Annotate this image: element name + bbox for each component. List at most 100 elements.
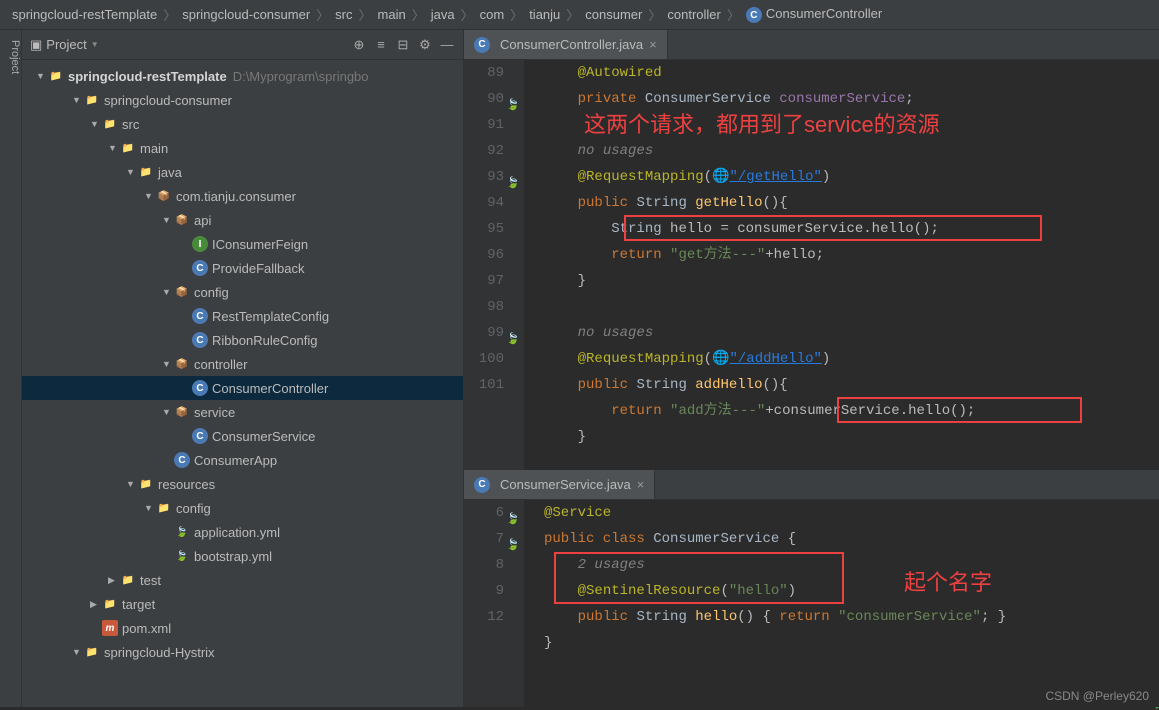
tree-item-label: pom.xml (122, 621, 171, 636)
editor-tabs-bottom: C ConsumerService.java × (464, 470, 1159, 500)
tree-item[interactable]: C▶ ConsumerApp (22, 448, 463, 472)
tree-item[interactable]: ▶📁test (22, 568, 463, 592)
tree-item[interactable]: ▼📁resources (22, 472, 463, 496)
project-tree[interactable]: ▼📁springcloud-restTemplateD:\Myprogram\s… (22, 60, 463, 707)
class-icon: C (192, 332, 208, 348)
breadcrumb-item[interactable]: springcloud-restTemplate (8, 7, 161, 22)
tree-item[interactable]: C RestTemplateConfig (22, 304, 463, 328)
tab-consumer-controller[interactable]: C ConsumerController.java × (464, 30, 668, 59)
folder-icon: 📁 (120, 140, 136, 156)
folder-icon: 📁 (102, 596, 118, 612)
tree-item-label: controller (194, 357, 247, 372)
breadcrumb-item[interactable]: consumer (581, 7, 646, 22)
hide-icon[interactable]: — (439, 37, 455, 53)
tree-item-label: config (176, 501, 211, 516)
folder-icon: 📁 (120, 572, 136, 588)
tree-item-label: test (140, 573, 161, 588)
tree-item-label: ConsumerController (212, 381, 328, 396)
tree-item[interactable]: ▼📦controller (22, 352, 463, 376)
watermark: CSDN @Perley620 (1045, 689, 1149, 703)
tree-item-label: service (194, 405, 235, 420)
tree-item-label: RestTemplateConfig (212, 309, 329, 324)
settings-icon[interactable]: ⚙ (417, 37, 433, 53)
expand-all-icon[interactable]: ≡ (373, 37, 389, 53)
class-icon: C (192, 308, 208, 324)
tree-item-label: ConsumerApp (194, 453, 277, 468)
tree-item[interactable]: ▶📁target (22, 592, 463, 616)
tree-item[interactable]: CConsumerController (22, 376, 463, 400)
tree-root[interactable]: ▼📁springcloud-restTemplateD:\Myprogram\s… (22, 64, 463, 88)
folder-icon: 📁 (102, 116, 118, 132)
tree-item[interactable]: ▼📁config (22, 496, 463, 520)
panel-title[interactable]: ▣ Project ▼ (30, 37, 351, 53)
folder-icon: 📁 (156, 500, 172, 516)
tree-item[interactable]: ▼📁src (22, 112, 463, 136)
breadcrumb-item[interactable]: CConsumerController (742, 6, 886, 24)
yml-icon: 🍃 (174, 548, 190, 564)
tree-item-label: api (194, 213, 211, 228)
class-icon: C (192, 428, 208, 444)
tree-item-label: target (122, 597, 155, 612)
class-icon: C (474, 477, 490, 493)
tree-item-label: src (122, 117, 139, 132)
project-tool-button[interactable]: Project (0, 30, 22, 707)
tab-consumer-service[interactable]: C ConsumerService.java × (464, 470, 655, 499)
tree-item[interactable]: 🍃bootstrap.yml (22, 544, 463, 568)
tree-item[interactable]: 🍃 application.yml (22, 520, 463, 544)
tree-item-label: RibbonRuleConfig (212, 333, 318, 348)
breadcrumb-item[interactable]: main (374, 7, 410, 22)
breadcrumb-item[interactable]: src (331, 7, 356, 22)
code-editor-2[interactable]: 6🍃7🍃8912 @Servicepublic class ConsumerSe… (464, 500, 1159, 707)
tree-item-label: main (140, 141, 168, 156)
tree-item[interactable]: ▼📦service (22, 400, 463, 424)
tree-item-label: ConsumerService (212, 429, 315, 444)
tree-item-label: java (158, 165, 182, 180)
folder-icon: 📁 (84, 92, 100, 108)
editor-tabs-top: C ConsumerController.java × (464, 30, 1159, 60)
breadcrumb-item[interactable]: tianju (525, 7, 564, 22)
collapse-all-icon[interactable]: ⊟ (395, 37, 411, 53)
class-icon: C (746, 7, 762, 23)
class-icon: C (474, 37, 490, 53)
tree-item[interactable]: ▼📁springcloud-consumer (22, 88, 463, 112)
folder-icon: 📁 (84, 644, 100, 660)
package-icon: 📦 (156, 188, 172, 204)
breadcrumb-item[interactable]: controller (663, 7, 724, 22)
select-opened-icon[interactable]: ⊕ (351, 37, 367, 53)
package-icon: 📦 (174, 356, 190, 372)
tree-item-label: springcloud-Hystrix (104, 645, 215, 660)
tree-item[interactable]: ▼📁springcloud-Hystrix (22, 640, 463, 664)
tree-item[interactable]: m pom.xml (22, 616, 463, 640)
tree-item-label: config (194, 285, 229, 300)
tree-item[interactable]: ▼📁main (22, 136, 463, 160)
yml-icon: 🍃 (174, 524, 190, 540)
tree-item[interactable]: C RibbonRuleConfig (22, 328, 463, 352)
breadcrumb[interactable]: springcloud-restTemplate〉springcloud-con… (0, 0, 1159, 30)
breadcrumb-item[interactable]: springcloud-consumer (178, 7, 314, 22)
class-icon: C (192, 260, 208, 276)
runnable-class-icon: C▶ (174, 452, 190, 468)
tree-item-label: ProvideFallback (212, 261, 305, 276)
code-editor-1[interactable]: 8990🍃919293🍃949596979899🍃100101 @Autowir… (464, 60, 1159, 470)
package-icon: 📦 (174, 284, 190, 300)
tree-item-label: IConsumerFeign (212, 237, 308, 252)
maven-icon: m (102, 620, 118, 636)
folder-icon: 📁 (138, 476, 154, 492)
tree-item[interactable]: ▼📦config (22, 280, 463, 304)
close-icon[interactable]: × (637, 477, 645, 492)
breadcrumb-item[interactable]: com (476, 7, 509, 22)
tree-item[interactable]: ▼📦com.tianju.consumer (22, 184, 463, 208)
tree-item[interactable]: ▼📁java (22, 160, 463, 184)
breadcrumb-item[interactable]: java (427, 7, 459, 22)
tree-item-label: application.yml (194, 525, 280, 540)
close-icon[interactable]: × (649, 37, 657, 52)
tree-item[interactable]: C ProvideFallback (22, 256, 463, 280)
tree-item[interactable]: ▼📦api (22, 208, 463, 232)
editor-area: C ConsumerController.java × 8990🍃919293🍃… (464, 30, 1159, 707)
tree-item-label: com.tianju.consumer (176, 189, 296, 204)
tree-item[interactable]: C ConsumerService (22, 424, 463, 448)
package-icon: 📦 (174, 404, 190, 420)
tree-item[interactable]: IIConsumerFeign (22, 232, 463, 256)
folder-icon: 📁 (138, 164, 154, 180)
project-panel: ▣ Project ▼ ⊕ ≡ ⊟ ⚙ — ▼📁springcloud-rest… (22, 30, 464, 707)
